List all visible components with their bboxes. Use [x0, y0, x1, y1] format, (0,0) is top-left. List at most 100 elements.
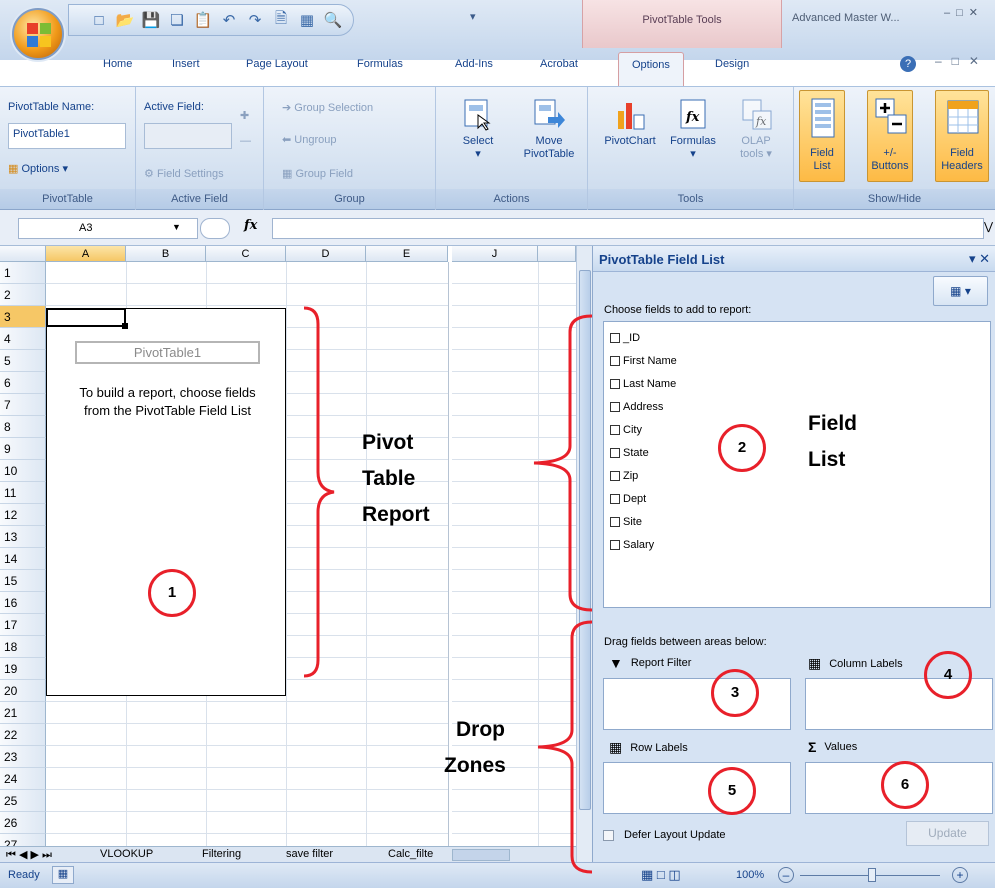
checkbox-box[interactable] — [610, 494, 620, 504]
row-header-18[interactable]: 18 — [0, 636, 46, 658]
zoom-slider-thumb[interactable] — [868, 868, 876, 882]
update-button[interactable]: Update — [906, 821, 989, 846]
column-header-j[interactable]: J — [452, 246, 538, 262]
row-header-1[interactable]: 1 — [0, 262, 46, 284]
checkbox-box[interactable] — [610, 517, 620, 527]
sheet-tab-calc-filter[interactable]: Calc_filte — [388, 848, 433, 860]
field-checkbox-dept[interactable]: Dept — [610, 493, 646, 505]
row-header-6[interactable]: 6 — [0, 372, 46, 394]
view-buttons[interactable]: ▦ □ ◫ — [641, 867, 681, 883]
workbook-window-controls[interactable]: –□✕ — [935, 54, 989, 68]
zoom-out-button[interactable]: – — [778, 867, 794, 883]
field-settings-button[interactable]: ⚙ Field Settings — [144, 167, 224, 180]
row-header-10[interactable]: 10 — [0, 460, 46, 482]
expand-field-icon[interactable]: ✚ — [240, 109, 249, 122]
row-labels-zone[interactable] — [603, 762, 791, 814]
row-header-16[interactable]: 16 — [0, 592, 46, 614]
row-header-9[interactable]: 9 — [0, 438, 46, 460]
sheet-tab-vlookup[interactable]: VLOOKUP — [100, 848, 153, 860]
name-box-dropdown-icon[interactable]: ▼ — [172, 222, 181, 232]
formula-bar-resize[interactable] — [200, 218, 230, 239]
paste-icon[interactable]: 📋 — [193, 10, 213, 30]
preview-icon[interactable]: 🔍 — [323, 10, 343, 30]
row-header-27[interactable]: 27 — [0, 834, 46, 846]
field-checkbox-address[interactable]: Address — [610, 401, 663, 413]
column-header-c[interactable]: C — [206, 246, 286, 262]
tab-formulas[interactable]: Formulas — [357, 58, 403, 70]
horizontal-scrollbar[interactable] — [452, 849, 510, 861]
window-controls[interactable]: –□✕ — [944, 6, 984, 19]
tab-home[interactable]: Home — [103, 58, 132, 70]
checkbox-box[interactable] — [610, 402, 620, 412]
defer-checkbox-box[interactable] — [603, 829, 614, 841]
formulas-button[interactable]: fx Formulas ▾ — [662, 97, 724, 161]
sheet-tab-filtering[interactable]: Filtering — [202, 848, 241, 860]
formula-input[interactable] — [272, 218, 984, 239]
group-field-button[interactable]: ▦ Group Field — [282, 167, 353, 180]
row-header-11[interactable]: 11 — [0, 482, 46, 504]
row-header-20[interactable]: 20 — [0, 680, 46, 702]
layout-options-button[interactable]: ▦ ▾ — [933, 276, 988, 306]
office-button[interactable] — [12, 8, 64, 60]
checkbox-box[interactable] — [610, 448, 620, 458]
row-header-22[interactable]: 22 — [0, 724, 46, 746]
column-header-a[interactable]: A — [46, 246, 126, 262]
sheet-icon[interactable]: ▦ — [297, 10, 317, 30]
expand-formula-bar-icon[interactable]: ⋁ — [984, 220, 993, 233]
tab-acrobat[interactable]: Acrobat — [540, 58, 578, 70]
field-checkbox-first-name[interactable]: First Name — [610, 355, 677, 367]
row-header-4[interactable]: 4 — [0, 328, 46, 350]
column-header-e[interactable]: E — [366, 246, 448, 262]
field-checkbox-id[interactable]: _ID — [610, 332, 640, 344]
pivottable-placeholder[interactable]: PivotTable1 To build a report, choose fi… — [46, 308, 286, 696]
row-header-2[interactable]: 2 — [0, 284, 46, 306]
pivottable-name-input[interactable]: PivotTable1 — [8, 123, 126, 149]
checkbox-box[interactable] — [610, 379, 620, 389]
tab-add-ins[interactable]: Add-Ins — [455, 58, 493, 70]
row-header-14[interactable]: 14 — [0, 548, 46, 570]
active-field-input[interactable] — [144, 123, 232, 149]
tab-options[interactable]: Options — [618, 52, 684, 86]
row-header-8[interactable]: 8 — [0, 416, 46, 438]
insert-function-button[interactable]: fx — [244, 218, 257, 233]
undo-icon[interactable]: ↶ — [219, 10, 239, 30]
macro-record-icon[interactable]: ▦ — [52, 866, 74, 884]
select-button[interactable]: Select ▾ — [458, 97, 498, 161]
checkbox-box[interactable] — [610, 471, 620, 481]
row-header-3[interactable]: 3 — [0, 306, 46, 328]
redo-icon[interactable]: ↷ — [245, 10, 265, 30]
field-checkbox-city[interactable]: City — [610, 424, 642, 436]
row-header-12[interactable]: 12 — [0, 504, 46, 526]
sheet-nav-icon[interactable]: ⏮ ◀ ▶ ⏭ — [6, 848, 52, 862]
pivotchart-button[interactable]: PivotChart — [598, 97, 662, 148]
zoom-level[interactable]: 100% — [736, 869, 764, 881]
buttons-toggle[interactable]: +/- Buttons — [867, 90, 913, 182]
row-header-26[interactable]: 26 — [0, 812, 46, 834]
row-header-19[interactable]: 19 — [0, 658, 46, 680]
row-header-23[interactable]: 23 — [0, 746, 46, 768]
row-header-7[interactable]: 7 — [0, 394, 46, 416]
zoom-in-button[interactable]: + — [952, 867, 968, 883]
select-all-corner[interactable] — [0, 246, 46, 262]
checkbox-box[interactable] — [610, 540, 620, 550]
collapse-field-icon[interactable]: — — [240, 135, 251, 147]
row-header-15[interactable]: 15 — [0, 570, 46, 592]
row-header-21[interactable]: 21 — [0, 702, 46, 724]
group-selection-button[interactable]: ➔ Group Selection — [282, 101, 373, 114]
checkbox-box[interactable] — [610, 333, 620, 343]
field-list-toggle[interactable]: Field List — [799, 90, 845, 182]
active-cell-a3[interactable] — [46, 308, 128, 329]
field-checkbox-site[interactable]: Site — [610, 516, 642, 528]
tab-page-layout[interactable]: Page Layout — [246, 58, 308, 70]
checkbox-box[interactable] — [610, 425, 620, 435]
sheet-tab-save-filter[interactable]: save filter — [286, 848, 333, 860]
field-headers-toggle[interactable]: Field Headers — [935, 90, 989, 182]
save-icon[interactable]: 💾 — [141, 10, 161, 30]
row-header-24[interactable]: 24 — [0, 768, 46, 790]
customize-qat-icon[interactable]: ▾ — [470, 10, 476, 23]
tab-insert[interactable]: Insert — [172, 58, 200, 70]
field-checkbox-zip[interactable]: Zip — [610, 470, 638, 482]
row-header-17[interactable]: 17 — [0, 614, 46, 636]
options-dropdown[interactable]: ▦ Options ▾ — [8, 162, 68, 175]
open-icon[interactable]: 📂 — [115, 10, 135, 30]
